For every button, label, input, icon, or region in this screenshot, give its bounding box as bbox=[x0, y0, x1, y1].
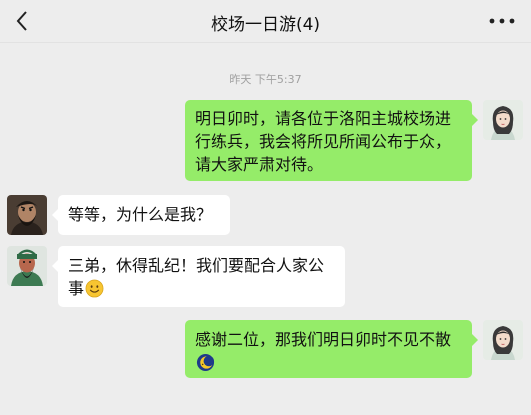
contact-avatar[interactable] bbox=[7, 195, 47, 235]
more-dots-icon bbox=[489, 18, 515, 24]
moon-emoji-icon bbox=[196, 353, 215, 372]
message-bubble-outgoing[interactable]: 明日卯时，请各位于洛阳主城校场进行练兵，我会将所见所闻公布于众，请大家严肃对待。 bbox=[185, 100, 478, 181]
bubble-tail bbox=[52, 260, 58, 272]
message-text: 感谢二位，那我们明日卯时不见不散 bbox=[195, 330, 452, 349]
green-warrior-avatar-icon bbox=[7, 246, 47, 286]
my-avatar[interactable] bbox=[483, 100, 523, 140]
bearded-warrior-avatar-icon bbox=[7, 195, 47, 235]
message-bubble-outgoing[interactable]: 感谢二位，那我们明日卯时不见不散 bbox=[185, 320, 478, 378]
chevron-left-icon bbox=[16, 11, 27, 31]
bubble-tail bbox=[52, 209, 58, 221]
chat-title: 校场一日游(4) bbox=[210, 15, 321, 35]
woman-avatar-icon bbox=[483, 320, 523, 360]
message-bubble-incoming[interactable]: 三弟，休得乱纪！我们要配合人家公事 bbox=[52, 246, 345, 307]
bubble-tail bbox=[472, 334, 478, 346]
bubble-tail bbox=[472, 114, 478, 126]
header-divider bbox=[0, 42, 531, 43]
chat-header: 校场一日游(4) bbox=[0, 0, 531, 42]
message-text: 三弟，休得乱纪！我们要配合人家公事 bbox=[68, 256, 325, 298]
woman-avatar-icon bbox=[483, 100, 523, 140]
message-text: 明日卯时，请各位于洛阳主城校场进行练兵，我会将所见所闻公布于众，请大家严肃对待。 bbox=[195, 109, 452, 174]
message-bubble-incoming[interactable]: 等等，为什么是我？ bbox=[52, 195, 230, 235]
back-button[interactable] bbox=[8, 7, 36, 35]
message-text: 等等，为什么是我？ bbox=[68, 205, 213, 224]
my-avatar[interactable] bbox=[483, 320, 523, 360]
message-timestamp: 昨天 下午5:37 bbox=[229, 73, 302, 86]
contact-avatar[interactable] bbox=[7, 246, 47, 286]
more-button[interactable] bbox=[485, 8, 519, 34]
smile-emoji-icon bbox=[85, 279, 104, 298]
